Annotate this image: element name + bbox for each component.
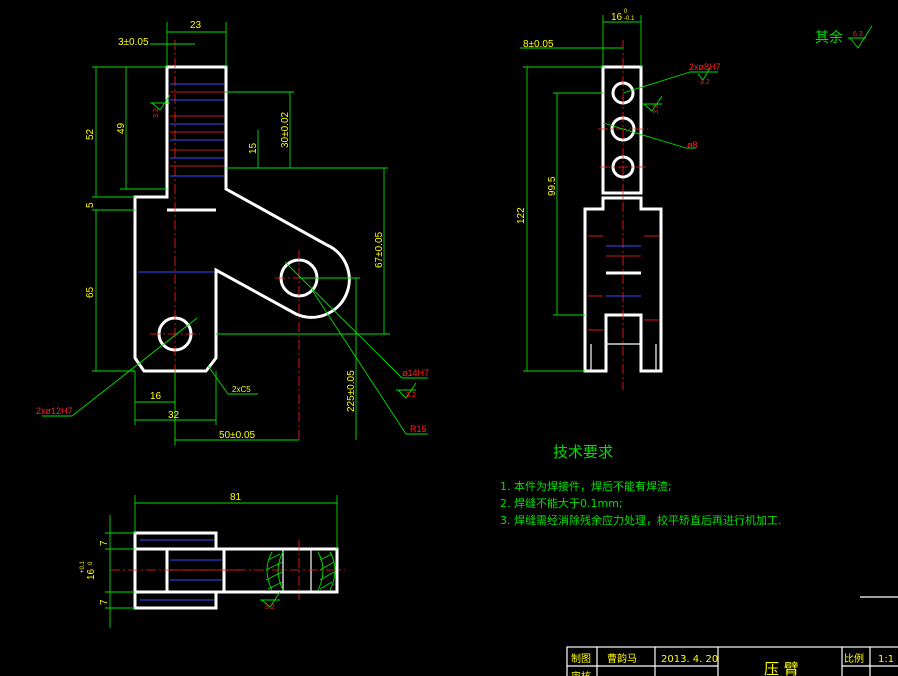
dim-49: 49 xyxy=(116,122,127,134)
rough-front-1: 3.2 xyxy=(153,108,160,118)
dim-3: 3±0.05 xyxy=(118,37,149,48)
side-label-hole8h7: 2xø8H7 xyxy=(689,62,721,72)
top-dim-81: 81 xyxy=(230,492,242,503)
dim-50: 50±0.05 xyxy=(219,430,256,441)
side-dim-16-tol2: -0.1 xyxy=(624,16,635,22)
notes-item-3: 3. 焊缝需经消除残余应力处理，校平矫直后再进行机加工. xyxy=(500,513,782,527)
surface-finish-mark: 其余 6.3 xyxy=(815,25,873,49)
dim-65: 65 xyxy=(85,286,96,298)
top-dim-16-tol: +0.1 xyxy=(80,560,86,573)
top-view-outline xyxy=(133,531,339,610)
surface-label: 其余 xyxy=(815,29,843,46)
side-view: 16 0 -0.1 8±0.05 122 99.5 2xø8H7 ø8 3.2 … xyxy=(516,9,721,390)
dim-30: 30±0.02 xyxy=(280,111,291,148)
side-dim-8: 8±0.05 xyxy=(523,39,554,50)
dim-52: 52 xyxy=(85,128,96,140)
label-hole14: ø14H7 xyxy=(402,368,429,378)
side-rough-2: 3.2 xyxy=(653,104,660,114)
dim-15: 15 xyxy=(248,142,259,154)
rough-front-2: 3.2 xyxy=(406,392,416,399)
label-r15: R15 xyxy=(410,424,427,434)
dim-16: 16 xyxy=(150,391,162,402)
surface-value: 6.3 xyxy=(853,31,863,38)
side-dim-995: 99.5 xyxy=(547,176,558,196)
label-hole12: 2xø12H7 xyxy=(36,406,73,416)
dim-67: 67±0.05 xyxy=(374,231,385,268)
top-dim-7a: 7 xyxy=(99,540,110,546)
front-view-outline xyxy=(133,65,351,373)
tb-row2-label: 审核 xyxy=(571,670,591,676)
side-rough-1: 3.2 xyxy=(700,79,710,86)
front-view: 23 3±0.05 52 49 5 65 30±0.02 15 67±0.05 … xyxy=(36,20,429,448)
top-rough: 3.2 xyxy=(265,604,275,611)
side-dim-122: 122 xyxy=(516,207,527,224)
dim-225: 225±0.05 xyxy=(346,370,357,412)
title-block: 制图 曹韵马 2013. 4. 20 审核 压 臂 比例 1:1 xyxy=(566,646,898,676)
notes-title: 技术要求 xyxy=(553,443,613,461)
side-label-hole8: ø8 xyxy=(687,140,698,150)
top-dim-16: 16 xyxy=(86,568,97,580)
top-dim-16-tol2: 0 xyxy=(88,561,94,565)
dim-5: 5 xyxy=(85,202,96,208)
top-view: 81 7 7 16 +0.1 0 3.2 xyxy=(80,492,345,628)
notes-item-1: 1. 本件为焊接件，焊后不能有焊渣; xyxy=(500,479,672,493)
tb-row1-name: 曹韵马 xyxy=(607,652,637,665)
tb-scale-value: 1:1 xyxy=(878,654,894,665)
side-dim-16-tol: 0 xyxy=(624,9,628,15)
side-dim-16: 16 xyxy=(611,12,623,23)
dim-32: 32 xyxy=(168,410,180,421)
dim-2xc5: 2xC5 xyxy=(232,385,251,394)
tb-scale-label: 比例 xyxy=(844,652,864,665)
tb-part-name: 压 臂 xyxy=(764,660,799,676)
cad-drawing: 23 3±0.05 52 49 5 65 30±0.02 15 67±0.05 … xyxy=(36,9,898,676)
tb-row1-label: 制图 xyxy=(571,652,591,665)
tb-row1-date: 2013. 4. 20 xyxy=(661,654,718,665)
technical-notes: 技术要求 1. 本件为焊接件，焊后不能有焊渣; 2. 焊缝不能大于0.1mm; … xyxy=(500,443,782,527)
notes-item-2: 2. 焊缝不能大于0.1mm; xyxy=(500,496,623,510)
dim-23: 23 xyxy=(190,20,202,31)
top-dim-7b: 7 xyxy=(99,599,110,605)
